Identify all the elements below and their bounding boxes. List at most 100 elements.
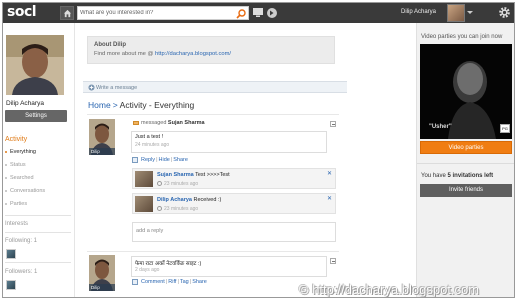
post-target[interactable]: Sujan Sharma xyxy=(168,120,205,126)
search-icon[interactable] xyxy=(236,9,246,19)
reply-icon[interactable] xyxy=(132,157,138,163)
home-button[interactable] xyxy=(60,6,74,20)
bullet-icon xyxy=(5,163,7,166)
header-user-name[interactable]: Dilip Acharya xyxy=(401,9,436,15)
sidebar-item-parties[interactable]: Parties xyxy=(5,201,27,207)
followers-label[interactable]: Followers: 1 xyxy=(5,269,37,275)
hide-link[interactable]: Hide xyxy=(159,157,170,163)
sidebar-item-label: Parties xyxy=(10,201,28,207)
tag-link[interactable]: Tag xyxy=(180,279,189,285)
add-reply-box[interactable] xyxy=(132,222,336,242)
divider xyxy=(5,215,71,216)
plus-circle-icon xyxy=(88,84,95,91)
sidebar-item-everything[interactable]: Everything xyxy=(5,149,36,155)
clock-icon xyxy=(157,206,162,211)
bullet-icon xyxy=(5,189,7,192)
right-spacer xyxy=(347,23,416,297)
write-message-bar[interactable]: Write a message xyxy=(83,81,347,93)
message-box: Just a test ! 24 minutes ago xyxy=(131,131,327,153)
post-timestamp: 24 minutes ago xyxy=(135,142,170,148)
envelope-icon xyxy=(133,121,139,125)
chevron-down-icon[interactable] xyxy=(467,11,473,14)
invite-friends-button[interactable]: Invite friends xyxy=(420,184,512,197)
gear-icon[interactable] xyxy=(498,6,511,19)
close-icon[interactable]: ✕ xyxy=(327,195,332,202)
app-window: socl Dilip Acharya Dilip Acharya Setting… xyxy=(2,2,515,298)
blog-link[interactable]: http://dacharya.blogspot.com/ xyxy=(155,51,231,57)
reply-content: Sujan Sharma Test >>>>Test xyxy=(157,172,230,178)
post-text: Just a test ! xyxy=(135,134,164,140)
divider xyxy=(5,232,71,233)
interests-label[interactable]: Interests xyxy=(5,221,28,227)
right-panel: Video parties you can join now "Usher" P… xyxy=(416,23,514,297)
search-box[interactable] xyxy=(77,6,249,20)
divider xyxy=(87,251,339,252)
watermark: © http://dacharya.blogspot.com xyxy=(299,282,480,297)
divider xyxy=(87,114,339,115)
reply-avatar[interactable] xyxy=(135,171,153,187)
invitations-text: You have 5 invitations left xyxy=(421,173,494,179)
avatar-name-tag: Dilip xyxy=(89,284,115,291)
reply-timestamp: 23 minutes ago xyxy=(164,181,199,187)
reply-timestamp: 23 minutes ago xyxy=(164,206,199,212)
reply-item: Dilip Acharya Received :) 23 minutes ago… xyxy=(132,193,336,214)
sidebar-item-searched[interactable]: Searched xyxy=(5,175,34,181)
breadcrumb-home[interactable]: Home xyxy=(88,100,111,110)
post-header: messaged Sujan Sharma xyxy=(141,120,205,126)
follower-avatar[interactable] xyxy=(6,280,16,290)
avatar-name-tag: Dilip xyxy=(89,148,115,155)
sidebar-item-label: Everything xyxy=(10,149,36,155)
sidebar-item-status[interactable]: Status xyxy=(5,162,26,168)
divider xyxy=(417,163,514,164)
sidebar-item-label: Searched xyxy=(10,175,34,181)
post-timestamp: 2 days ago xyxy=(135,267,160,273)
sidebar-item-label: Conversations xyxy=(10,188,46,194)
profile-name[interactable]: Dilip Acharya xyxy=(6,100,44,107)
video-screen-icon[interactable] xyxy=(252,7,264,18)
rating-badge: PG xyxy=(500,124,510,133)
video-parties-title: Video parties you can join now xyxy=(421,34,503,40)
video-thumbnail[interactable]: "Usher" PG xyxy=(420,44,512,139)
sidebar-item-conversations[interactable]: Conversations xyxy=(5,188,45,194)
reply-link[interactable]: Reply xyxy=(141,157,155,163)
profile-photo[interactable] xyxy=(6,35,64,95)
share-link[interactable]: Share xyxy=(173,157,188,163)
post-actions: Comment|Riff|Tag|Share xyxy=(141,279,207,285)
reply-avatar[interactable] xyxy=(135,196,153,212)
about-panel: About Dilip Find more about me @ http://… xyxy=(87,36,335,64)
search-input[interactable] xyxy=(80,8,230,18)
post-avatar[interactable]: Dilip xyxy=(89,255,115,291)
home-icon xyxy=(63,9,72,18)
post-avatar[interactable]: Dilip xyxy=(89,119,115,155)
header-avatar[interactable] xyxy=(447,4,465,22)
collapse-icon[interactable] xyxy=(330,258,336,264)
message-box: फेमा राटा अर्को नेटवर्किङ साइट :) 2 days… xyxy=(131,256,327,277)
comment-link[interactable]: Comment xyxy=(141,279,165,285)
reply-author[interactable]: Dilip Acharya xyxy=(157,197,192,203)
socl-logo[interactable]: socl xyxy=(7,4,37,20)
close-icon[interactable]: ✕ xyxy=(327,170,332,177)
about-title: About Dilip xyxy=(94,42,126,48)
reply-input[interactable] xyxy=(136,228,326,234)
post-actions: Reply|Hide|Share xyxy=(141,157,188,163)
following-avatar[interactable] xyxy=(6,249,16,259)
share-link[interactable]: Share xyxy=(192,279,207,285)
about-text: Find more about me @ http://dacharya.blo… xyxy=(94,51,232,57)
bullet-icon xyxy=(5,202,7,205)
activity-heading[interactable]: Activity xyxy=(5,136,27,143)
top-bar: socl Dilip Acharya xyxy=(3,3,514,23)
reply-author[interactable]: Sujan Sharma xyxy=(157,172,194,178)
following-label[interactable]: Following: 1 xyxy=(5,238,37,244)
video-parties-button[interactable]: Video parties xyxy=(420,141,512,154)
clock-icon xyxy=(157,181,162,186)
forward-arrow-icon[interactable] xyxy=(266,7,278,19)
collapse-icon[interactable] xyxy=(330,121,336,127)
write-message-label: Write a message xyxy=(96,85,138,91)
main-feed: About Dilip Find more about me @ http://… xyxy=(77,23,347,297)
reply-item: Sujan Sharma Test >>>>Test 23 minutes ag… xyxy=(132,168,336,189)
divider xyxy=(5,262,71,263)
settings-button[interactable]: Settings xyxy=(5,110,67,122)
reply-text: Test >>>>Test xyxy=(195,172,230,178)
comment-icon[interactable] xyxy=(132,279,138,285)
breadcrumb: Home > Activity - Everything xyxy=(88,100,194,110)
